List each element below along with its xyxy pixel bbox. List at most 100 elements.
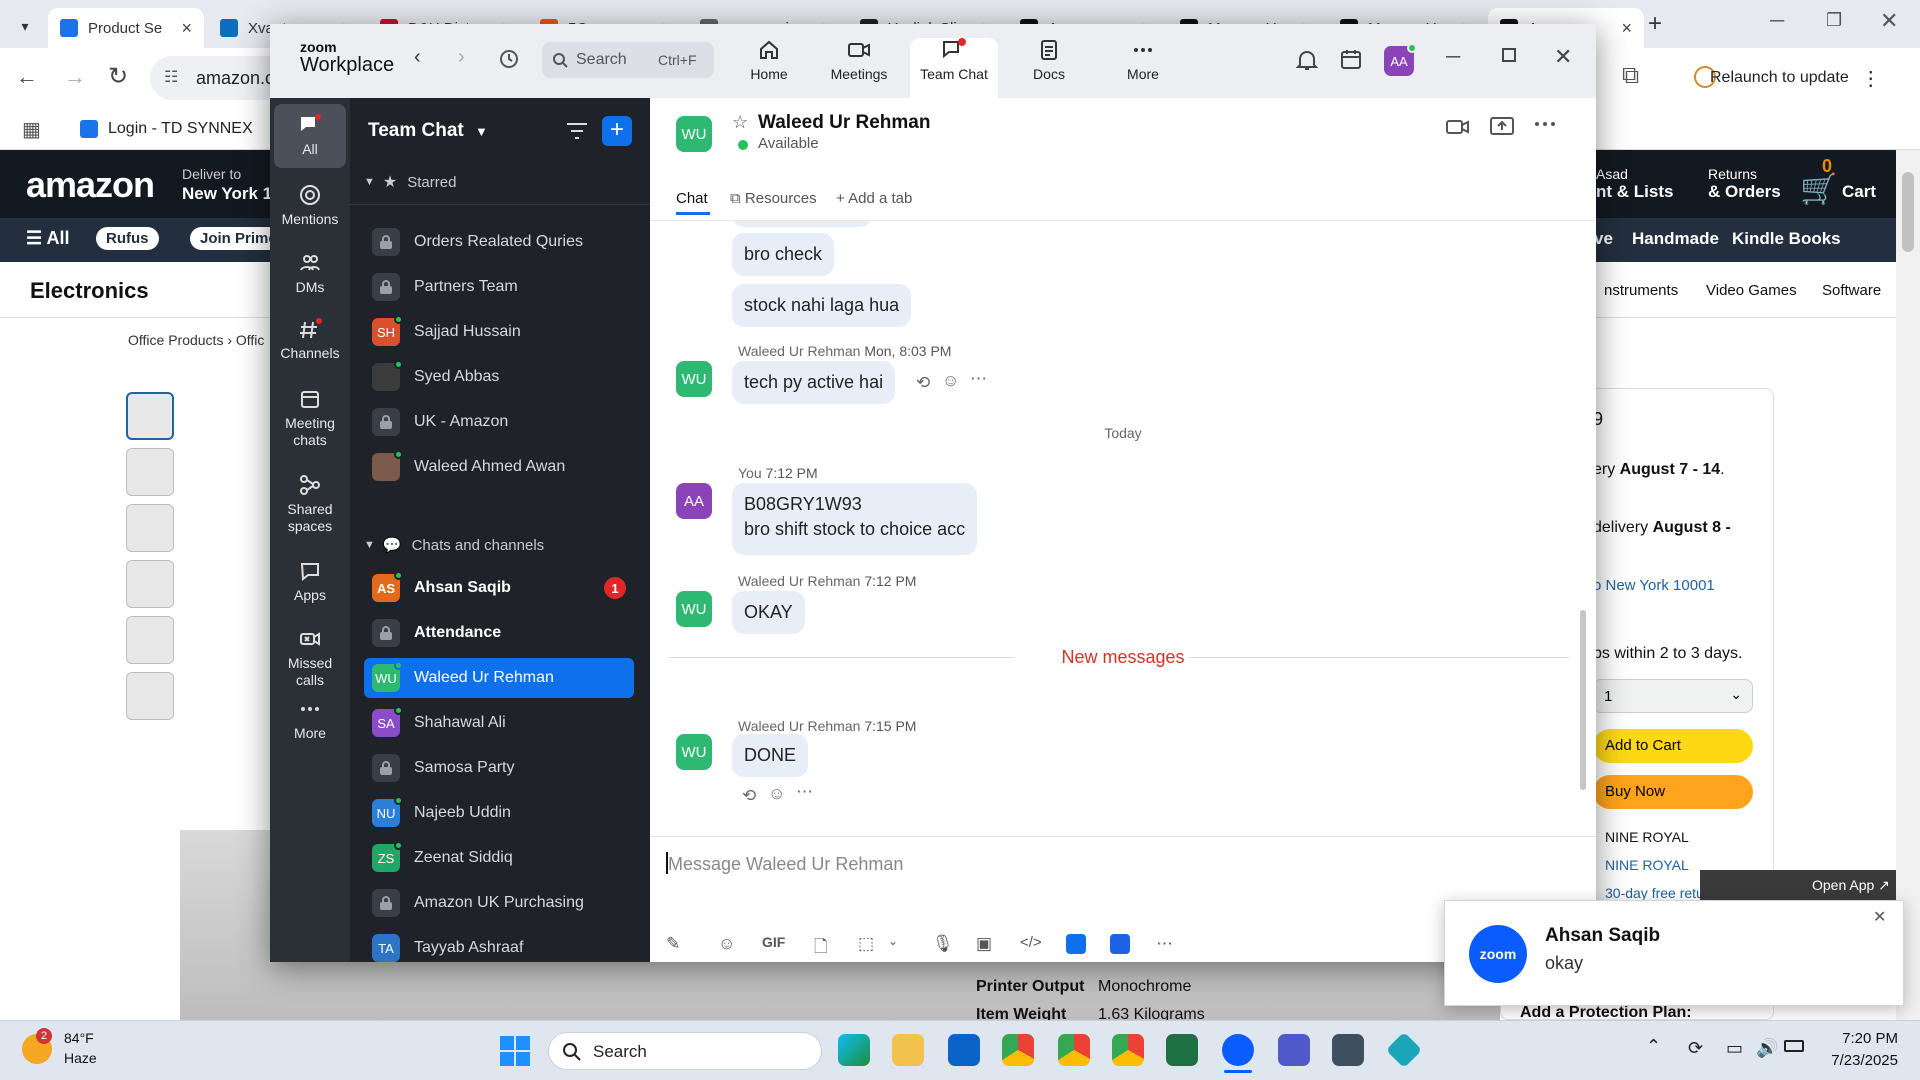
product-thumbnail[interactable]	[126, 672, 174, 720]
nav-apps[interactable]: Apps	[274, 554, 346, 612]
chrome-icon[interactable]	[1002, 1034, 1034, 1066]
nav-more[interactable]: More	[274, 692, 346, 748]
deliver-city[interactable]: New York 10	[182, 184, 282, 204]
product-thumbnail[interactable]	[126, 616, 174, 664]
gif-button[interactable]: GIF	[762, 934, 785, 950]
nav-missed-calls[interactable]: Missed calls	[274, 622, 346, 688]
nav-link-1[interactable]: ve	[1594, 229, 1613, 249]
clock-date[interactable]: 7/23/2025	[1810, 1052, 1898, 1069]
share-screen-icon[interactable]	[1490, 116, 1514, 136]
notification-toast[interactable]: zoom Ahsan Saqib okay ✕	[1444, 900, 1904, 1006]
sidebar-item[interactable]: Orders Realated Quries	[364, 222, 634, 262]
nav-meeting-chats[interactable]: Meeting chats	[274, 382, 346, 460]
add-to-cart-button[interactable]: Add to Cart	[1593, 729, 1753, 763]
zoom-maximize-icon[interactable]	[1502, 48, 1516, 62]
sidebar-item[interactable]: ZS Zeenat Siddiq	[364, 838, 634, 878]
sidebar-item[interactable]: NU Najeeb Uddin	[364, 793, 634, 833]
history-icon[interactable]	[498, 48, 520, 70]
sender-avatar[interactable]: WU	[676, 591, 712, 627]
buy-now-button[interactable]: Buy Now	[1593, 775, 1753, 809]
sender-avatar[interactable]: WU	[676, 361, 712, 397]
nav-link-kindle[interactable]: Kindle Books	[1732, 229, 1841, 249]
screenshot-icon[interactable]: ⬚	[858, 934, 874, 954]
app-icon[interactable]	[1110, 934, 1130, 954]
filter-icon[interactable]	[566, 122, 588, 140]
tab-more[interactable]: More	[1098, 38, 1188, 98]
sidebar-title[interactable]: Team Chat ▼	[368, 120, 488, 142]
format-icon[interactable]: ✎	[666, 934, 680, 954]
message-composer[interactable]: Message Waleed Ur Rehman	[666, 844, 1580, 928]
composer-more-icon[interactable]: ⋯	[1156, 934, 1173, 954]
search-input[interactable]: Search Ctrl+F	[542, 42, 714, 78]
video-call-icon[interactable]	[1446, 118, 1470, 136]
sidebar-item[interactable]: WU Waleed Ur Rehman	[364, 658, 634, 698]
seller-link[interactable]: NINE ROYAL	[1605, 857, 1689, 873]
product-thumbnail[interactable]	[126, 392, 174, 440]
zoom-taskbar-icon[interactable]	[1222, 1034, 1254, 1066]
zoom-minimize-icon[interactable]: ─	[1446, 46, 1460, 69]
message-more-icon[interactable]: ⋯	[796, 782, 813, 802]
product-thumbnail[interactable]	[126, 560, 174, 608]
message-more-icon[interactable]: ⋯	[970, 369, 987, 389]
calculator-icon[interactable]	[1332, 1034, 1364, 1066]
nav-shared-spaces[interactable]: Shared spaces	[274, 468, 346, 546]
chats-section[interactable]: ▼ 💬 Chats and channels	[364, 536, 544, 555]
amazon-logo[interactable]: amazon	[26, 164, 155, 206]
nav-forward-icon[interactable]: ›	[458, 46, 465, 69]
extensions-icon[interactable]: ⧉	[1622, 62, 1639, 90]
product-thumbnail[interactable]	[126, 504, 174, 552]
excel-icon[interactable]	[1166, 1034, 1198, 1066]
sender-avatar[interactable]: WU	[676, 734, 712, 770]
subtab-chat[interactable]: Chat	[676, 190, 708, 207]
starred-section[interactable]: ▼ ★ Starred	[364, 172, 456, 192]
sub-link-software[interactable]: Software	[1822, 282, 1881, 299]
emoji-react-icon[interactable]: ☺	[768, 784, 785, 804]
amazon-breadcrumb[interactable]: Office Products › Offic	[128, 332, 264, 348]
tab-docs[interactable]: Docs	[1004, 38, 1094, 98]
emoji-react-icon[interactable]: ☺	[942, 371, 959, 391]
battery-icon[interactable]	[1784, 1040, 1804, 1052]
sub-link-video-games[interactable]: Video Games	[1706, 282, 1797, 299]
window-minimize-icon[interactable]: ─	[1770, 10, 1784, 33]
chevron-down-icon[interactable]: ⌄	[888, 934, 898, 948]
site-info-icon[interactable]: ☷	[164, 67, 178, 87]
taskbar-search[interactable]: Search	[548, 1032, 822, 1070]
tab-close-icon[interactable]: ×	[1621, 18, 1632, 39]
sidebar-item[interactable]: SH Sajjad Hussain	[364, 312, 634, 352]
clock-time[interactable]: 7:20 PM	[1826, 1030, 1898, 1047]
sidebar-item[interactable]: Amazon UK Purchasing	[364, 883, 634, 923]
star-icon[interactable]: ☆	[732, 112, 748, 133]
more-options-icon[interactable]	[1534, 118, 1556, 130]
scrollbar-thumb[interactable]	[1902, 172, 1914, 252]
window-restore-icon[interactable]: ❐	[1826, 10, 1842, 31]
all-menu[interactable]: ☰ All	[26, 228, 70, 249]
subtab-add[interactable]: + Add a tab	[836, 190, 912, 207]
bookmark-td-synnex[interactable]: Login - TD SYNNEX	[108, 120, 253, 138]
close-icon[interactable]: ✕	[1873, 907, 1886, 927]
code-icon[interactable]: </>	[1020, 934, 1042, 951]
tray-chevron-icon[interactable]: ⌃	[1646, 1036, 1661, 1057]
video-message-icon[interactable]: ▣	[976, 934, 992, 954]
tab-meetings[interactable]: Meetings	[814, 38, 904, 98]
cart-icon[interactable]: 🛒	[1800, 172, 1837, 207]
back-icon[interactable]: ←	[16, 64, 38, 90]
user-avatar[interactable]: AA	[1384, 43, 1417, 76]
file-explorer-icon[interactable]	[892, 1034, 924, 1066]
sidebar-item[interactable]: Syed Abbas	[364, 357, 634, 397]
quantity-select[interactable]: 1 ⌄	[1593, 679, 1753, 713]
tab-close-icon[interactable]: ×	[181, 18, 192, 39]
emoji-icon[interactable]: ☺	[718, 934, 735, 954]
new-chat-button[interactable]: +	[602, 116, 632, 146]
sidebar-item[interactable]: Partners Team	[364, 267, 634, 307]
nav-all[interactable]: All	[274, 104, 346, 168]
account-lists[interactable]: nt & Lists	[1596, 182, 1673, 202]
cart-label[interactable]: Cart	[1842, 182, 1876, 202]
edge-icon[interactable]	[838, 1034, 870, 1066]
calendar-icon[interactable]	[1340, 48, 1362, 70]
open-app-bar[interactable]: Open App ↗	[1700, 870, 1900, 900]
contact-avatar[interactable]: WU	[676, 116, 712, 152]
nav-link-handmade[interactable]: Handmade	[1632, 229, 1719, 249]
page-scrollbar[interactable]	[1896, 150, 1920, 1020]
teams-icon[interactable]	[1278, 1034, 1310, 1066]
bell-icon[interactable]	[1296, 48, 1318, 72]
